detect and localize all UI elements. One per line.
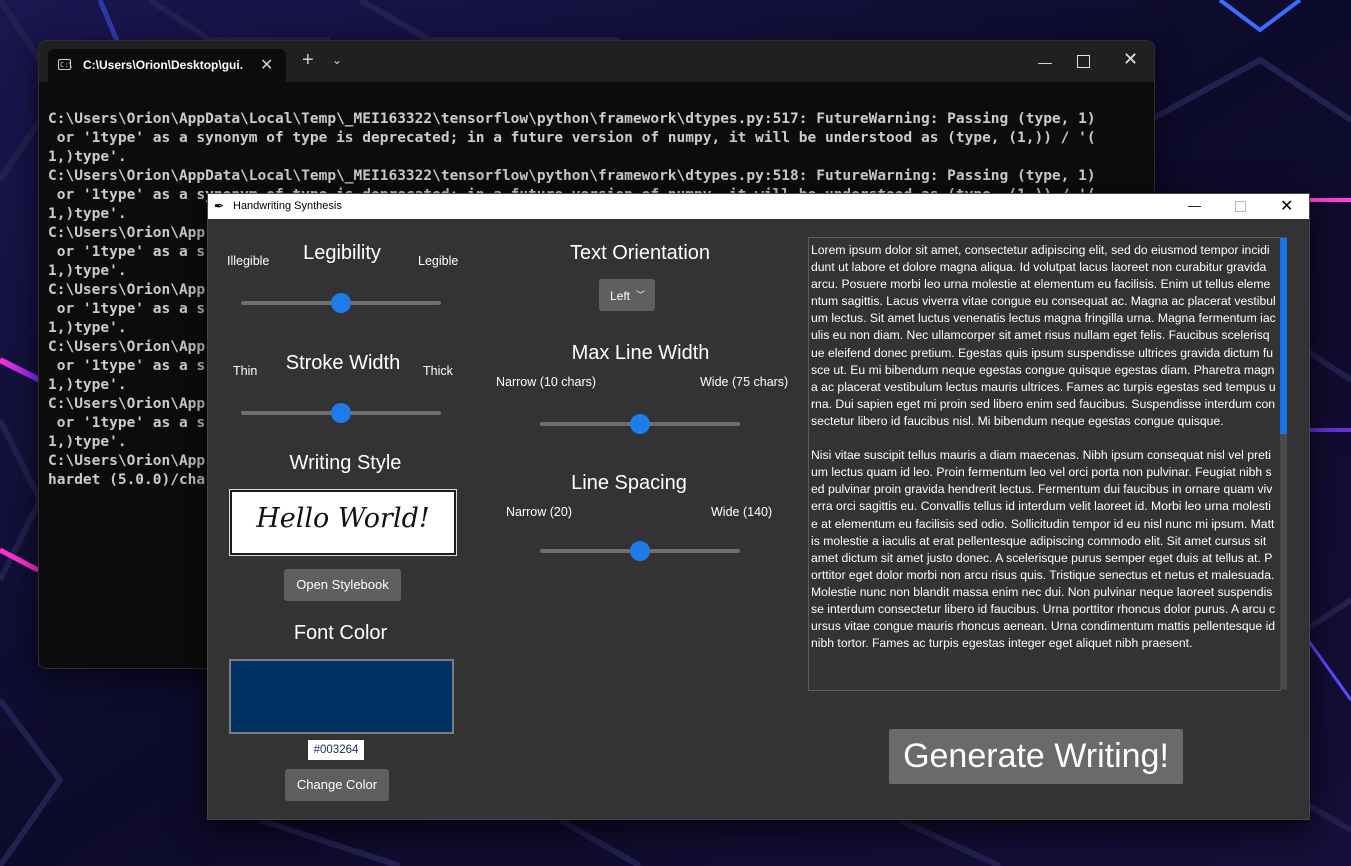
new-tab-button[interactable]: + bbox=[302, 50, 314, 70]
text-input-content[interactable]: Lorem ipsum dolor sit amet, consectetur … bbox=[811, 242, 1276, 652]
legibility-slider-knob[interactable] bbox=[331, 293, 351, 313]
text-orientation-value: Left bbox=[610, 289, 631, 303]
terminal-titlebar: C:\ C:\Users\Orion\Desktop\gui.e ✕ + ⌄ —… bbox=[39, 41, 1154, 82]
stroke-width-slider-knob[interactable] bbox=[331, 403, 351, 423]
tab-dropdown-icon[interactable]: ⌄ bbox=[332, 53, 342, 67]
terminal-icon: C:\ bbox=[58, 59, 73, 70]
maximize-icon[interactable] bbox=[1077, 55, 1090, 68]
line-spacing-heading: Line Spacing bbox=[571, 472, 687, 494]
change-color-button[interactable]: Change Color bbox=[285, 769, 389, 801]
legibility-min-label: Illegible bbox=[227, 254, 270, 268]
minimize-icon[interactable]: — bbox=[1188, 198, 1201, 213]
text-orientation-select[interactable]: Left ﹀ bbox=[599, 279, 655, 311]
line-spacing-min-label: Narrow (20) bbox=[506, 505, 572, 519]
terminal-line: or '1type' as a synonym of type is depre… bbox=[48, 130, 1096, 146]
close-icon[interactable]: ✕ bbox=[1123, 50, 1138, 68]
writing-style-heading: Writing Style bbox=[289, 452, 402, 474]
text-orientation-heading: Text Orientation bbox=[569, 242, 711, 264]
terminal-line: C:\Users\Orion\AppData\Local\Temp\_MEI16… bbox=[48, 168, 1096, 184]
max-line-width-min-label: Narrow (10 chars) bbox=[496, 375, 597, 389]
line-spacing-max-label: Wide (140) bbox=[711, 505, 773, 519]
text-scrollbar-thumb[interactable] bbox=[1280, 238, 1287, 434]
font-color-heading: Font Color bbox=[293, 622, 388, 644]
handwriting-synthesis-window: ✒ Handwriting Synthesis — ✕ Legibility I… bbox=[207, 193, 1310, 820]
max-line-width-heading: Max Line Width bbox=[571, 342, 710, 364]
font-color-swatch[interactable] bbox=[229, 659, 454, 734]
legibility-max-label: Legible bbox=[418, 254, 459, 268]
line-spacing-slider-knob[interactable] bbox=[630, 541, 650, 561]
quill-icon: ✒ bbox=[214, 199, 225, 213]
terminal-line: 1,)type'. bbox=[48, 149, 127, 165]
text-input-area[interactable]: Lorem ipsum dolor sit amet, consectetur … bbox=[808, 237, 1281, 691]
chevron-down-icon: ﹀ bbox=[636, 290, 646, 300]
terminal-tab[interactable]: C:\ C:\Users\Orion\Desktop\gui.e ✕ bbox=[48, 49, 286, 82]
stroke-width-heading: Stroke Width bbox=[285, 352, 401, 374]
max-line-width-max-label: Wide (75 chars) bbox=[700, 375, 789, 389]
legibility-heading: Legibility bbox=[303, 242, 381, 264]
close-icon[interactable]: ✕ bbox=[1280, 196, 1293, 216]
font-color-hex: #003264 bbox=[308, 740, 364, 760]
stroke-width-min-label: Thin bbox=[233, 364, 258, 378]
minimize-icon[interactable]: — bbox=[1038, 55, 1052, 69]
max-line-width-slider-knob[interactable] bbox=[630, 414, 650, 434]
maximize-icon[interactable] bbox=[1235, 201, 1246, 212]
terminal-tab-title: C:\Users\Orion\Desktop\gui.e bbox=[83, 58, 243, 72]
app-title: Handwriting Synthesis bbox=[233, 200, 342, 212]
open-stylebook-button[interactable]: Open Stylebook bbox=[284, 569, 401, 601]
tab-close-icon[interactable]: ✕ bbox=[260, 55, 273, 75]
terminal-line: C:\Users\Orion\AppData\Local\Temp\_MEI16… bbox=[48, 111, 1096, 127]
writing-style-preview: Hello World! bbox=[230, 490, 456, 555]
app-titlebar: ✒ Handwriting Synthesis — ✕ bbox=[208, 194, 1309, 219]
stroke-width-max-label: Thick bbox=[423, 364, 453, 378]
handwriting-sample: Hello World! bbox=[256, 503, 430, 534]
generate-writing-button[interactable]: Generate Writing! bbox=[889, 729, 1183, 784]
